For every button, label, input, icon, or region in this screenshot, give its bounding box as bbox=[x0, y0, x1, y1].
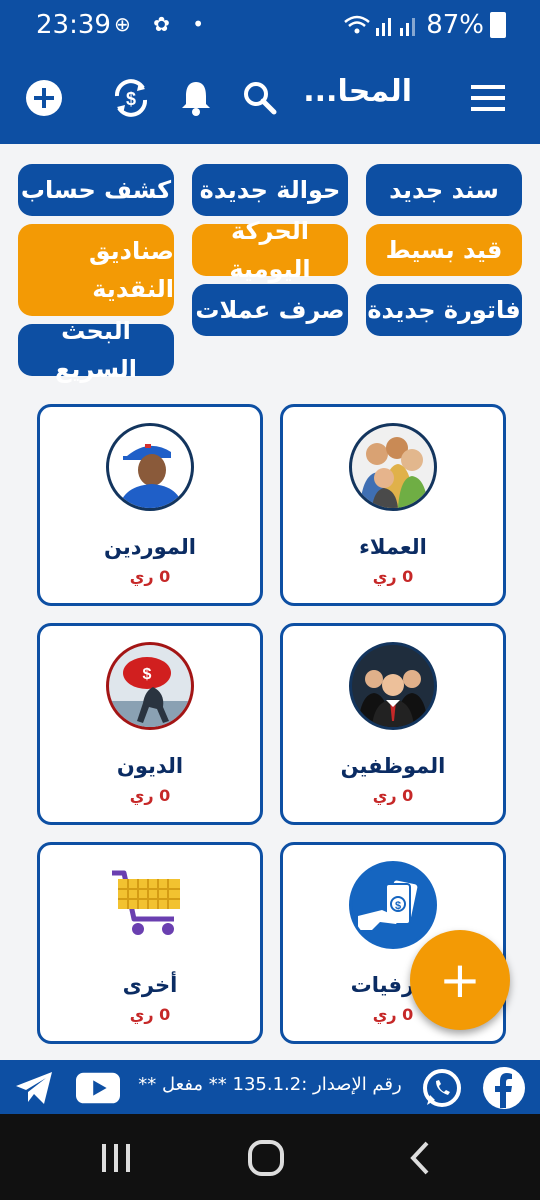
employees-label: الموظفين bbox=[340, 754, 446, 778]
others-balance: 0 ري bbox=[129, 1005, 171, 1024]
status-bar: 23:39 ⊕ ✿ • 87% bbox=[0, 0, 540, 52]
suppliers-card[interactable]: الموردين 0 ري bbox=[37, 404, 263, 606]
customers-balance: 0 ري bbox=[372, 567, 414, 586]
menu-icon[interactable] bbox=[468, 78, 508, 118]
employees-card[interactable]: الموظفين 0 ري bbox=[280, 623, 506, 825]
home-icon[interactable] bbox=[236, 1138, 296, 1178]
account-statement-button[interactable]: كشف حساب bbox=[18, 164, 174, 216]
cash-boxes-label: صناديق النقدية bbox=[89, 237, 174, 303]
recents-icon[interactable] bbox=[86, 1138, 146, 1178]
employees-group-icon bbox=[349, 642, 437, 730]
svg-text:$: $ bbox=[395, 900, 401, 912]
fab-add-button[interactable]: + bbox=[410, 930, 510, 1030]
debt-burden-icon: $ bbox=[106, 642, 194, 730]
sync-currency-icon[interactable]: $ bbox=[108, 78, 154, 118]
new-invoice-button[interactable]: فاتورة جديدة bbox=[366, 284, 522, 336]
cash-boxes-button[interactable]: صناديق النقدية bbox=[18, 224, 174, 316]
new-voucher-button[interactable]: سند جديد bbox=[366, 164, 522, 216]
debts-balance: 0 ري bbox=[129, 786, 171, 805]
plus-icon: + bbox=[439, 951, 481, 1009]
signal-icon bbox=[376, 18, 416, 36]
supplier-delivery-man-icon bbox=[106, 423, 194, 511]
daily-movement-button[interactable]: الحركة اليومية bbox=[192, 217, 348, 283]
new-transfer-button[interactable]: حوالة جديدة bbox=[192, 164, 348, 216]
system-nav-bar bbox=[0, 1114, 540, 1200]
notification-icons: ⊕ ✿ • bbox=[114, 12, 213, 36]
employees-balance: 0 ري bbox=[372, 786, 414, 805]
add-icon[interactable] bbox=[24, 78, 64, 118]
whatsapp-icon[interactable] bbox=[420, 1066, 464, 1110]
svg-text:$: $ bbox=[126, 89, 136, 109]
debts-label: الديون bbox=[116, 754, 184, 778]
page-title: المحا... bbox=[303, 74, 412, 109]
customers-label: العملاء bbox=[359, 535, 427, 559]
battery-icon bbox=[490, 12, 506, 38]
customers-group-icon bbox=[349, 423, 437, 511]
app-bar: $ المحا... bbox=[0, 52, 540, 144]
youtube-icon[interactable] bbox=[76, 1066, 120, 1110]
debts-card[interactable]: $ الديون 0 ري bbox=[37, 623, 263, 825]
suppliers-label: الموردين bbox=[104, 535, 196, 559]
version-text: رقم الإصدار :135.1.2 ** مفعل ** bbox=[138, 1074, 402, 1095]
others-label: أخرى bbox=[122, 973, 178, 997]
status-time: 23:39 bbox=[36, 10, 111, 40]
svg-text:$: $ bbox=[143, 666, 152, 683]
facebook-icon[interactable] bbox=[482, 1066, 526, 1110]
wifi-icon bbox=[344, 15, 371, 34]
search-icon[interactable] bbox=[240, 78, 280, 118]
telegram-icon[interactable] bbox=[12, 1066, 56, 1110]
customers-card[interactable]: العملاء 0 ري bbox=[280, 404, 506, 606]
footer-bar: رقم الإصدار :135.1.2 ** مفعل ** bbox=[0, 1060, 540, 1114]
suppliers-balance: 0 ري bbox=[129, 567, 171, 586]
battery-percent: 87% bbox=[426, 10, 484, 40]
currency-exchange-button[interactable]: صرف عملات bbox=[192, 284, 348, 336]
others-card[interactable]: أخرى 0 ري bbox=[37, 842, 263, 1044]
status-right: 87% bbox=[344, 10, 506, 40]
back-icon[interactable] bbox=[390, 1138, 450, 1178]
bell-icon[interactable] bbox=[176, 78, 216, 118]
expenses-cash-hand-icon: $ bbox=[349, 861, 437, 949]
quick-search-button[interactable]: البحث السريع bbox=[18, 317, 174, 383]
simple-entry-button[interactable]: قيد بسيط bbox=[366, 224, 522, 276]
shopping-cart-icon bbox=[106, 861, 188, 943]
